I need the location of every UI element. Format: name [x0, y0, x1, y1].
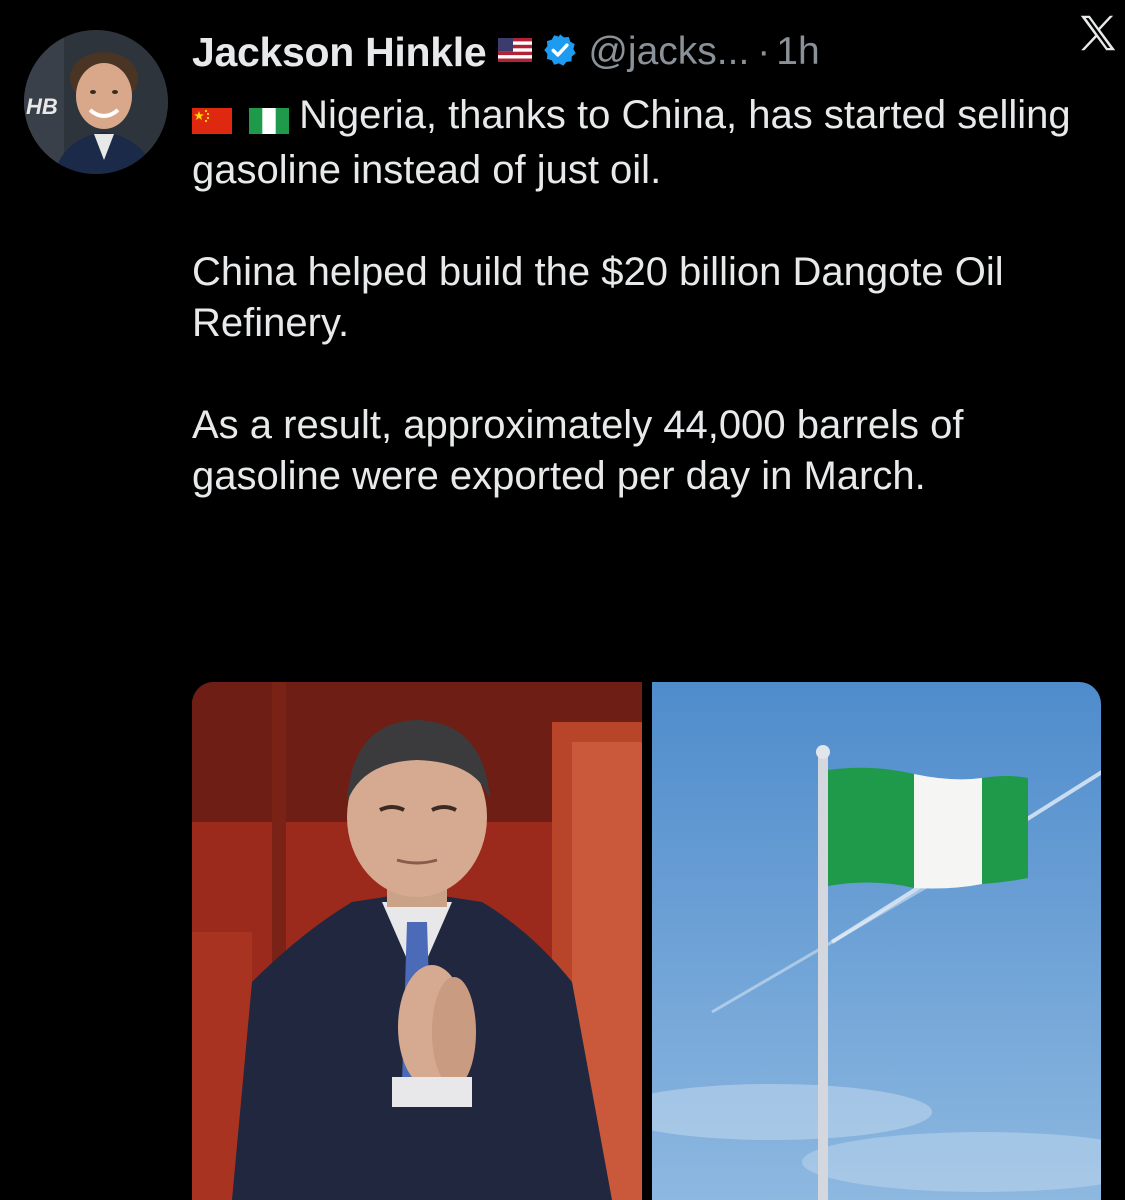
china-flag-icon — [192, 108, 232, 135]
avatar[interactable]: HB — [24, 30, 168, 174]
nigeria-flag-icon — [249, 108, 290, 135]
tweet-text: Nigeria, thanks to China, has started se… — [192, 90, 1107, 553]
verified-badge-icon[interactable] — [542, 32, 578, 72]
x-logo-icon[interactable] — [1075, 10, 1121, 60]
tweet-paragraph-2: China helped build the $20 billion Dango… — [192, 250, 1004, 345]
separator-dot: · — [757, 30, 771, 73]
us-flag-icon — [498, 38, 533, 66]
display-name[interactable]: Jackson Hinkle — [192, 29, 487, 76]
photo-man-clapping — [192, 682, 642, 1200]
tweet-flags — [192, 94, 290, 145]
tweet-media[interactable] — [192, 682, 1101, 1200]
post-time[interactable]: 1h — [776, 30, 819, 74]
tweet-paragraph-1: Nigeria, thanks to China, has started se… — [192, 90, 1107, 196]
tweet-header: Jackson Hinkle @jacks... · 1h — [192, 22, 1101, 82]
author-handle[interactable]: @jacks... — [588, 30, 749, 74]
media-image-2[interactable] — [651, 682, 1101, 1200]
avatar-logo-text: HB — [26, 94, 58, 119]
tweet-paragraph-3: As a result, approximately 44,000 barrel… — [192, 403, 964, 498]
media-image-1[interactable] — [192, 682, 642, 1200]
tweet-line-1: Nigeria, thanks to China, has started se… — [192, 93, 1071, 192]
avatar-photo: HB — [24, 30, 168, 174]
photo-nigerian-flag — [651, 682, 1101, 1200]
